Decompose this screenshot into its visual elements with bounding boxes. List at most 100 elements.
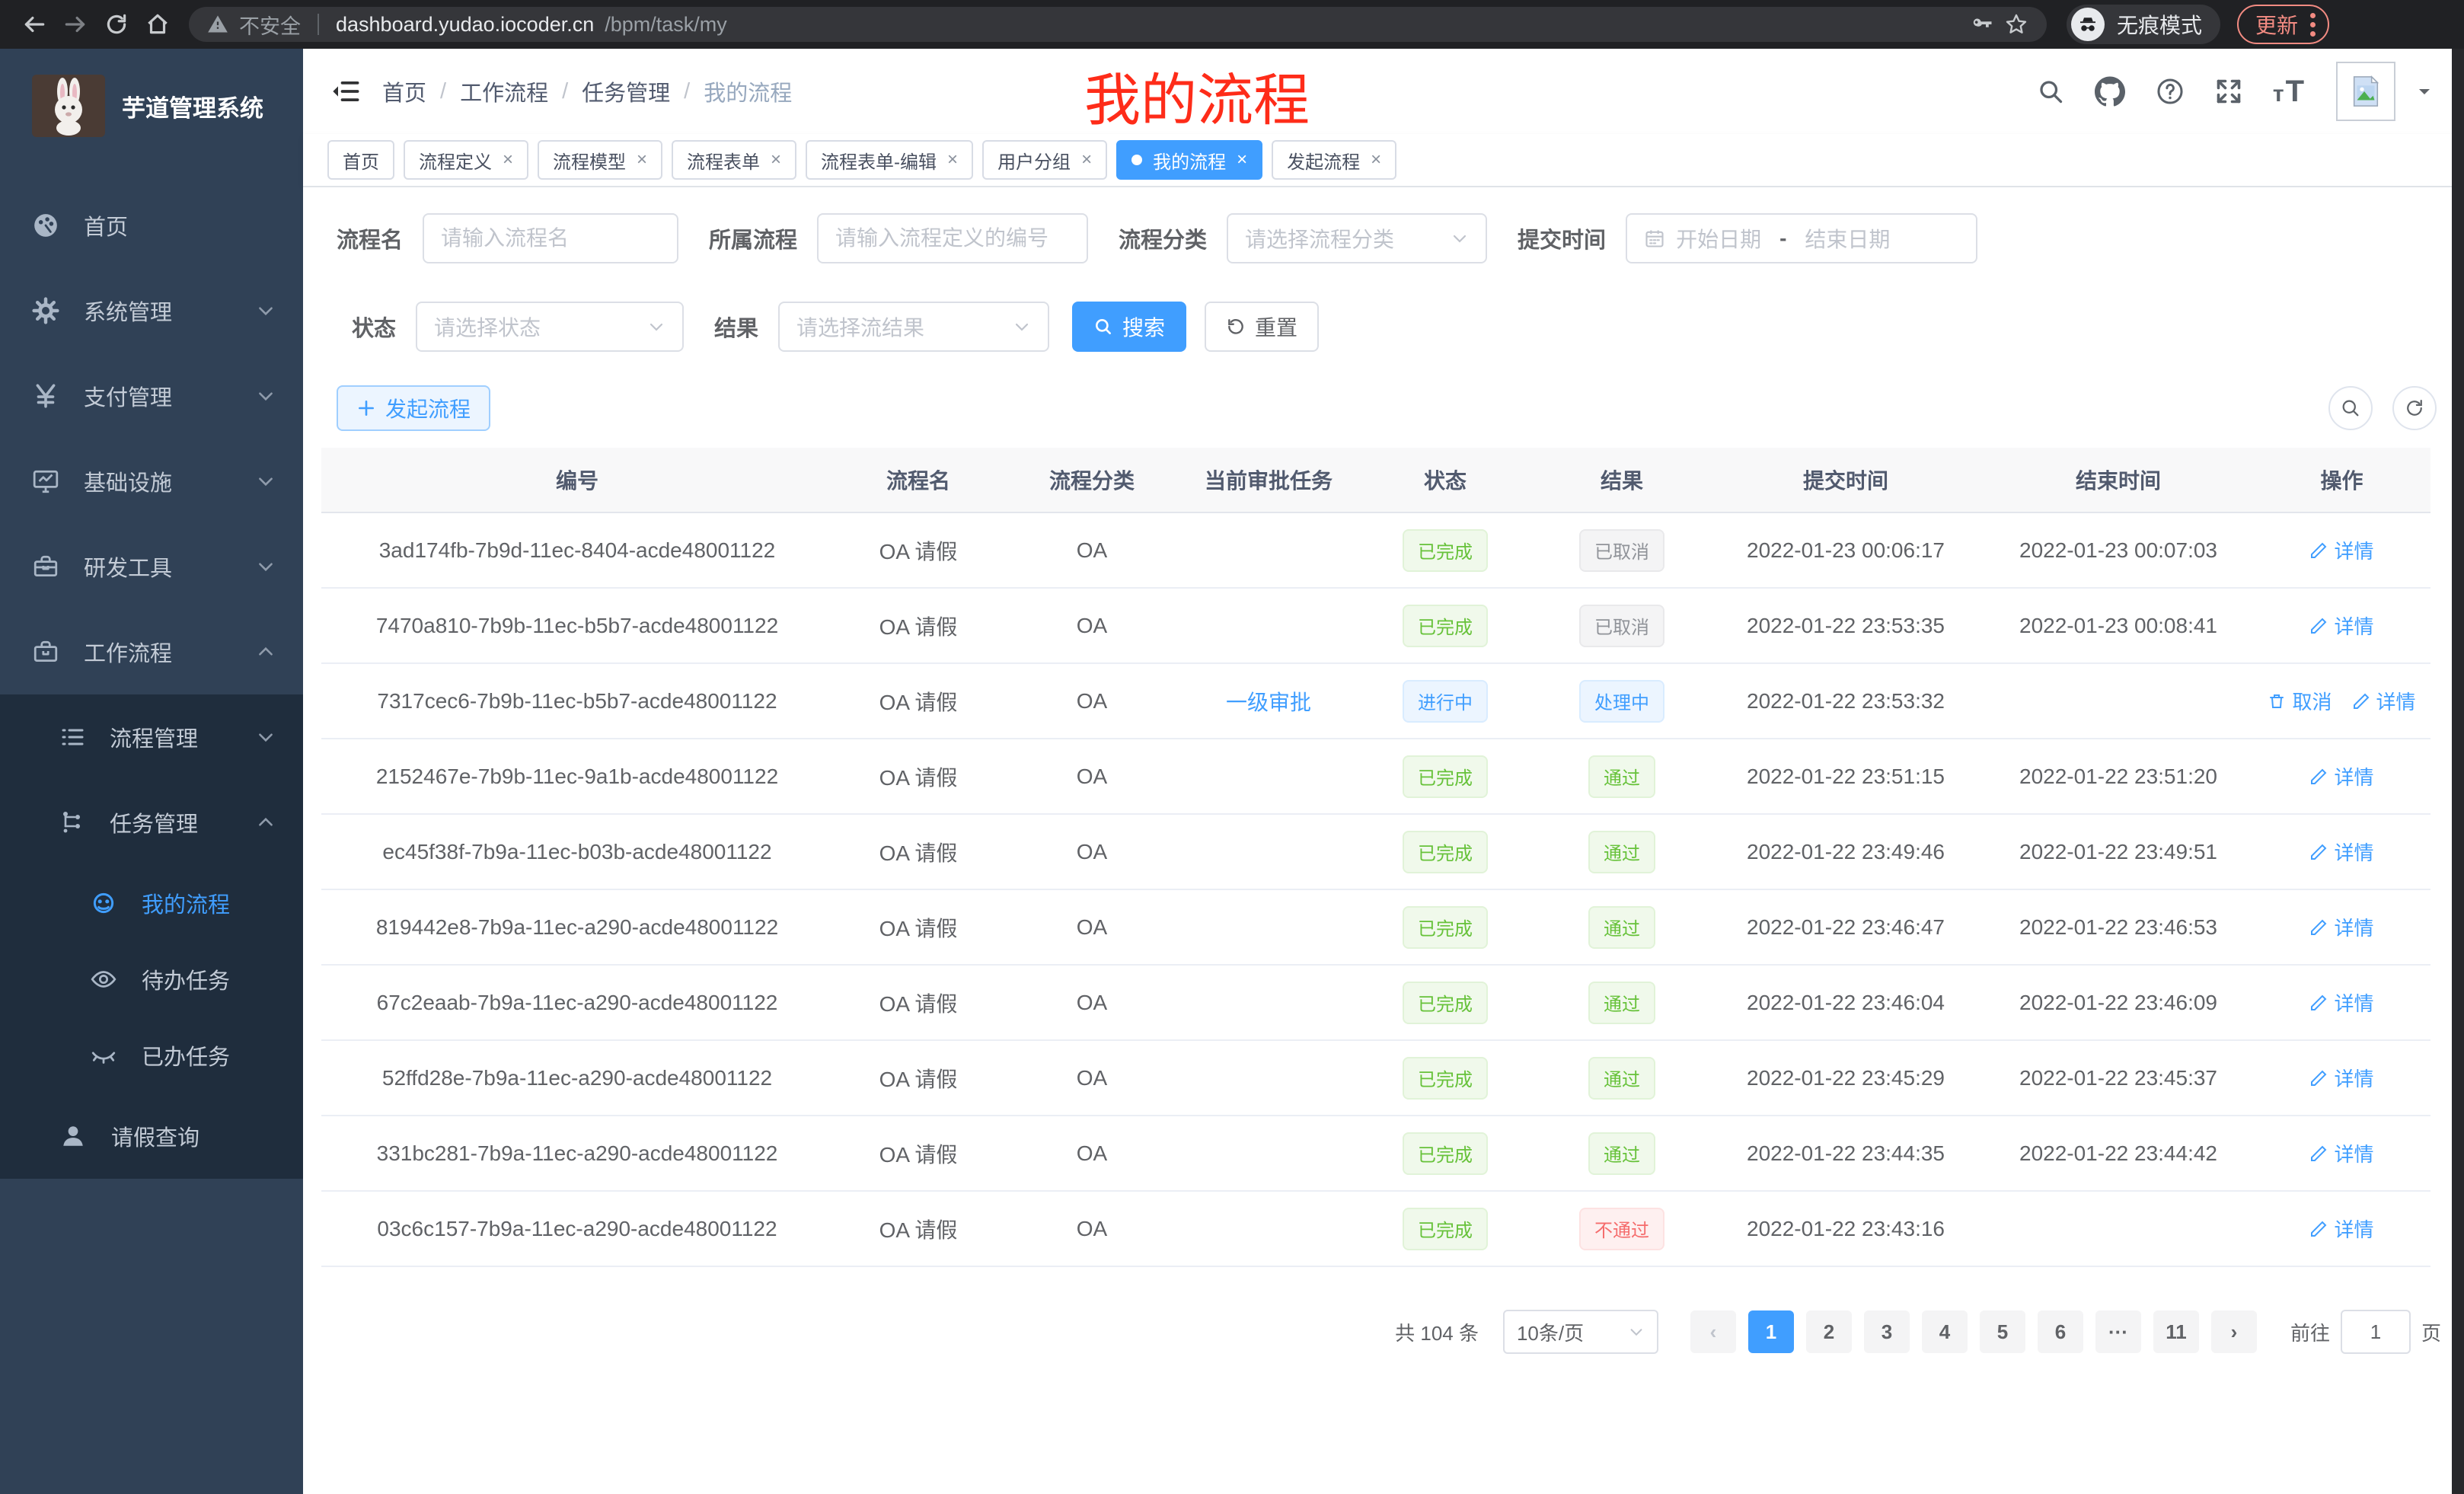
tab-my-process[interactable]: 我的流程× bbox=[1116, 140, 1262, 180]
sidebar-item-home[interactable]: 首页 bbox=[0, 183, 303, 268]
sidebar-item-leave-query[interactable]: 请假查询 bbox=[0, 1093, 303, 1179]
tab-process-form-edit[interactable]: 流程表单-编辑× bbox=[806, 140, 973, 180]
result-select[interactable]: 请选择流结果 bbox=[778, 302, 1049, 352]
browser-reload-icon[interactable] bbox=[96, 4, 137, 45]
sidebar-item-task-mgmt[interactable]: 任务管理 bbox=[0, 780, 303, 865]
page-button[interactable]: 5 bbox=[1980, 1310, 2025, 1353]
font-size-icon[interactable]: тT bbox=[2273, 75, 2306, 109]
process-definition-input-field[interactable] bbox=[835, 226, 1070, 251]
page-button[interactable]: 3 bbox=[1864, 1310, 1910, 1353]
reset-button[interactable]: 重置 bbox=[1205, 302, 1319, 352]
table-row: ec45f38f-7b9a-11ec-b03b-acde48001122 OA … bbox=[321, 815, 2430, 890]
result-badge: 通过 bbox=[1588, 982, 1655, 1024]
breadcrumb-item[interactable]: 首页 bbox=[382, 75, 426, 107]
vertical-scrollbar[interactable] bbox=[2452, 49, 2464, 1494]
search-button[interactable]: 搜索 bbox=[1072, 302, 1186, 352]
browser-forward-icon[interactable] bbox=[55, 4, 96, 45]
tab-process-model[interactable]: 流程模型× bbox=[538, 140, 662, 180]
detail-link[interactable]: 详情 bbox=[2309, 1064, 2373, 1092]
start-process-button[interactable]: 发起流程 bbox=[337, 385, 490, 431]
tab-user-group[interactable]: 用户分组× bbox=[982, 140, 1107, 180]
robot-face-icon bbox=[90, 889, 117, 917]
end-date-placeholder[interactable]: 结束日期 bbox=[1805, 223, 1890, 254]
breadcrumb-item[interactable]: 工作流程 bbox=[460, 75, 548, 107]
sidebar-item-todo[interactable]: 待办任务 bbox=[0, 941, 303, 1017]
detail-link[interactable]: 详情 bbox=[2309, 838, 2373, 866]
github-icon[interactable] bbox=[2095, 76, 2125, 107]
fullscreen-icon[interactable] bbox=[2215, 78, 2242, 105]
status-badge: 进行中 bbox=[1403, 680, 1488, 723]
cell-category: OA bbox=[1004, 991, 1180, 1015]
tab-home[interactable]: 首页 bbox=[327, 140, 394, 180]
detail-link[interactable]: 详情 bbox=[2352, 687, 2416, 715]
close-icon[interactable]: × bbox=[947, 151, 958, 169]
table-refresh-button[interactable] bbox=[2392, 386, 2437, 430]
page-size-select[interactable]: 10条/页 bbox=[1503, 1310, 1658, 1354]
update-button[interactable]: 更新 bbox=[2237, 5, 2329, 44]
divider bbox=[318, 14, 319, 35]
detail-link[interactable]: 详情 bbox=[2309, 611, 2373, 640]
page-button[interactable]: 4 bbox=[1922, 1310, 1968, 1353]
browser-menu-icon[interactable] bbox=[2310, 13, 2316, 37]
sidebar-item-process-mgmt[interactable]: 流程管理 bbox=[0, 694, 303, 780]
table-search-toggle-button[interactable] bbox=[2328, 386, 2373, 430]
status-badge: 已完成 bbox=[1403, 1057, 1488, 1100]
process-name-input-field[interactable] bbox=[441, 226, 660, 251]
close-icon[interactable]: × bbox=[1081, 151, 1092, 169]
detail-link[interactable]: 详情 bbox=[2309, 1215, 2373, 1243]
current-task-link[interactable]: 一级审批 bbox=[1226, 686, 1311, 717]
column-header: 状态 bbox=[1357, 464, 1534, 495]
help-icon[interactable] bbox=[2156, 77, 2185, 106]
sidebar-item-my-process[interactable]: 我的流程 bbox=[0, 865, 303, 941]
close-icon[interactable]: × bbox=[1237, 151, 1247, 169]
tab-process-definition[interactable]: 流程定义× bbox=[404, 140, 528, 180]
bookmark-star-icon[interactable] bbox=[2004, 12, 2028, 37]
sidebar-item-dev[interactable]: 研发工具 bbox=[0, 524, 303, 609]
status-badge: 已完成 bbox=[1403, 529, 1488, 572]
key-icon[interactable] bbox=[1971, 13, 1993, 36]
detail-link[interactable]: 详情 bbox=[2309, 762, 2373, 790]
close-icon[interactable]: × bbox=[1371, 151, 1381, 169]
submit-time-range-picker[interactable]: 开始日期 - 结束日期 bbox=[1626, 213, 1977, 263]
detail-link[interactable]: 详情 bbox=[2309, 913, 2373, 941]
category-select[interactable]: 请选择流程分类 bbox=[1227, 213, 1487, 263]
close-icon[interactable]: × bbox=[637, 151, 647, 169]
sidebar-item-system[interactable]: 系统管理 bbox=[0, 268, 303, 353]
detail-link[interactable]: 详情 bbox=[2309, 988, 2373, 1017]
status-select[interactable]: 请选择状态 bbox=[416, 302, 684, 352]
browser-home-icon[interactable] bbox=[137, 4, 178, 45]
start-date-placeholder[interactable]: 开始日期 bbox=[1676, 223, 1761, 254]
next-page-button[interactable]: › bbox=[2211, 1310, 2257, 1353]
process-name-input[interactable] bbox=[423, 213, 678, 263]
page-button[interactable]: 1 bbox=[1748, 1310, 1794, 1353]
process-definition-input[interactable] bbox=[817, 213, 1088, 263]
sidebar-item-pay[interactable]: 支付管理 bbox=[0, 353, 303, 439]
detail-link[interactable]: 详情 bbox=[2309, 536, 2373, 564]
browser-back-icon[interactable] bbox=[14, 4, 55, 45]
goto-label: 前往 bbox=[2290, 1318, 2330, 1346]
avatar[interactable] bbox=[2336, 62, 2395, 121]
close-icon[interactable]: × bbox=[771, 151, 781, 169]
search-icon[interactable] bbox=[2037, 78, 2064, 105]
page-button[interactable]: 2 bbox=[1806, 1310, 1852, 1353]
detail-link[interactable]: 详情 bbox=[2309, 1139, 2373, 1167]
sidebar-item-infra[interactable]: 基础设施 bbox=[0, 439, 303, 524]
tab-start-process[interactable]: 发起流程× bbox=[1272, 140, 1396, 180]
tab-process-form[interactable]: 流程表单× bbox=[672, 140, 796, 180]
page-button[interactable]: 6 bbox=[2038, 1310, 2083, 1353]
more-pages-button[interactable]: ··· bbox=[2095, 1310, 2141, 1353]
page-button[interactable]: 11 bbox=[2153, 1310, 2199, 1353]
cancel-link[interactable]: 取消 bbox=[2268, 687, 2332, 715]
address-bar[interactable]: 不安全 dashboard.yudao.iocoder.cn/bpm/task/… bbox=[189, 7, 2047, 42]
sidebar-collapse-icon[interactable] bbox=[330, 76, 361, 107]
status-select-placeholder: 请选择状态 bbox=[434, 311, 541, 342]
browser-chrome: 不安全 dashboard.yudao.iocoder.cn/bpm/task/… bbox=[0, 0, 2464, 49]
caret-down-icon[interactable] bbox=[2415, 82, 2434, 101]
cell-category: OA bbox=[1004, 1066, 1180, 1090]
sidebar-item-done[interactable]: 已办任务 bbox=[0, 1017, 303, 1093]
close-icon[interactable]: × bbox=[503, 151, 513, 169]
breadcrumb-item[interactable]: 任务管理 bbox=[582, 75, 670, 107]
prev-page-button[interactable]: ‹ bbox=[1690, 1310, 1736, 1353]
sidebar-item-workflow[interactable]: 工作流程 bbox=[0, 609, 303, 694]
goto-page-input[interactable] bbox=[2341, 1310, 2411, 1354]
